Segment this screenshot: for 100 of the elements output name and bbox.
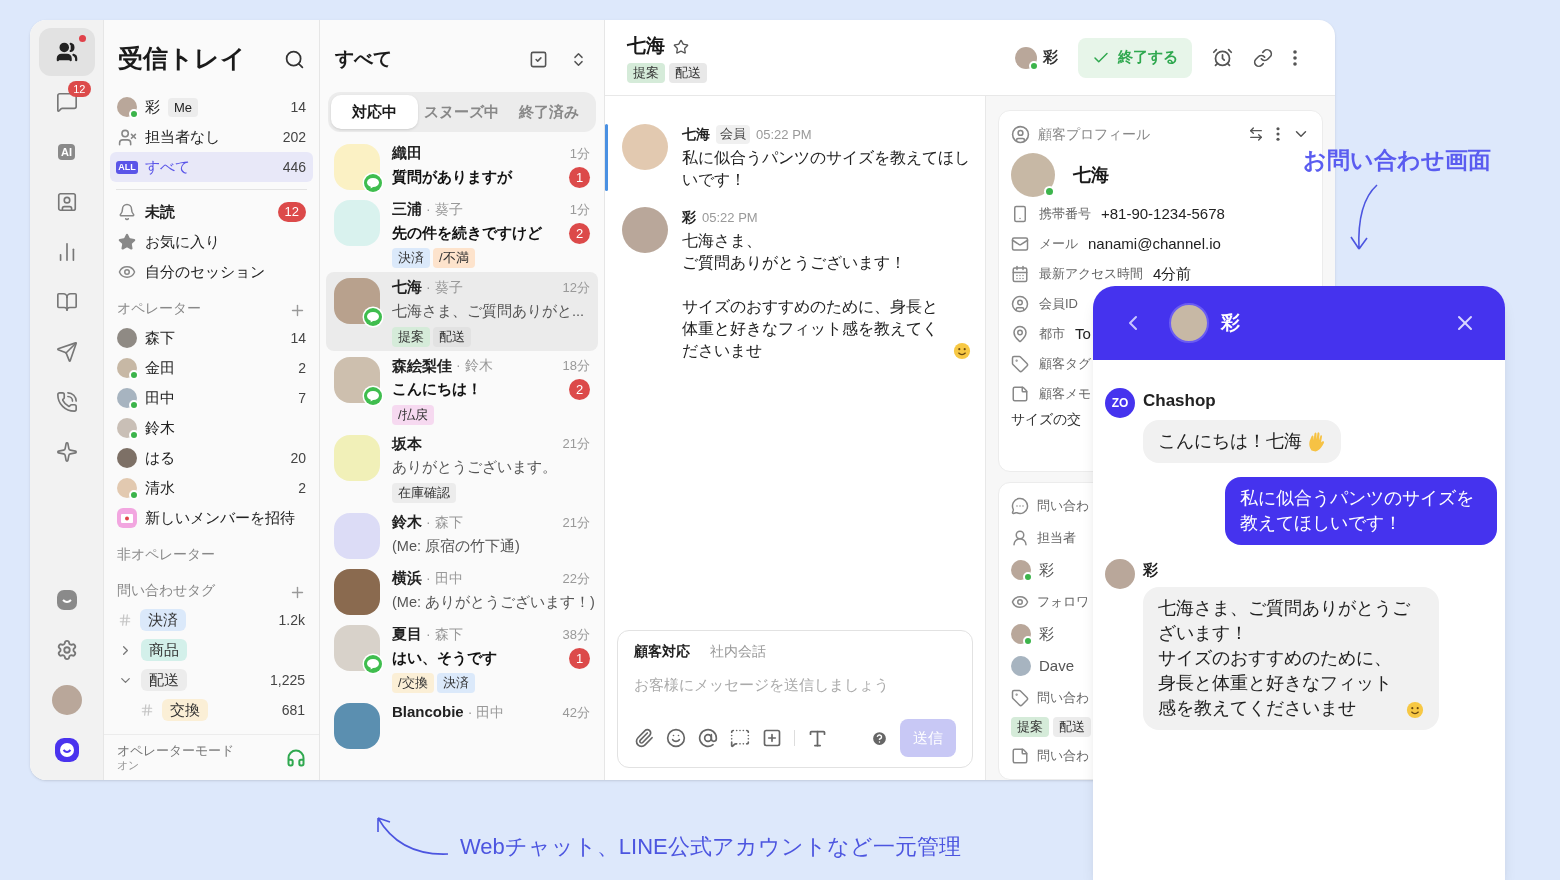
message-text: 七海さま、ご質問ありがとうございます！	[1158, 597, 1411, 645]
toolbar-button[interactable]	[698, 728, 718, 748]
operator-item[interactable]: 清水 2	[110, 473, 313, 503]
field-label: 最新アクセス時間	[1039, 265, 1143, 284]
assignee-name: · 森下	[426, 624, 463, 644]
assignee-name: · 葵子	[426, 278, 463, 297]
conversation-item[interactable]: 鈴木 · 森下 21分 (Me: 原宿の竹下通)	[326, 507, 598, 563]
conversation-item[interactable]: 森絵梨佳 · 鈴木 18分 こんにちは！ 2 /払戻	[326, 350, 598, 429]
toolbar-button[interactable]	[730, 728, 750, 748]
view-item[interactable]: 担当者なし 202	[110, 122, 313, 152]
contact-card-icon	[55, 191, 78, 213]
toolbar-button[interactable]	[634, 728, 654, 748]
avatar	[117, 358, 137, 378]
operator-item[interactable]: 鈴木	[110, 413, 313, 443]
filter-item[interactable]: お気に入り	[110, 227, 313, 257]
operator-item[interactable]: 田中 7	[110, 383, 313, 413]
tag-count: 1,225	[269, 670, 305, 690]
tag: /払戻	[392, 404, 434, 425]
tag: 決済	[436, 673, 475, 694]
add-tag-button[interactable]	[289, 584, 306, 601]
add-operator-button[interactable]	[289, 302, 306, 319]
operator-item[interactable]: 金田 2	[110, 353, 313, 383]
section-label: 問い合わ	[1037, 747, 1089, 766]
time-label: 42分	[562, 703, 590, 722]
filter-item[interactable]: 自分のセッション	[110, 257, 313, 287]
chat-bubble-icon	[1011, 497, 1029, 515]
more-button[interactable]	[1276, 127, 1280, 141]
status-tab[interactable]: 対応中	[331, 95, 419, 129]
more-icon	[1293, 49, 1297, 66]
view-item[interactable]: 彩 Me 14	[110, 92, 313, 122]
operator-count: 2	[298, 478, 306, 498]
view-count: 446	[282, 157, 306, 177]
select-button[interactable]	[529, 49, 548, 69]
calendar-icon	[1011, 265, 1029, 283]
operator-name: 清水	[145, 477, 175, 498]
tag: /交換	[392, 673, 434, 694]
tag-row[interactable]: 決済 1.2k	[110, 605, 313, 635]
operator-count: 7	[298, 388, 306, 408]
filter-item[interactable]: 未読 12	[110, 197, 313, 227]
field-value: nanami@channel.io	[1088, 233, 1221, 254]
toolbar-button[interactable]	[762, 728, 782, 748]
contact-name: 七海	[392, 277, 422, 298]
operator-item[interactable]: はる 20	[110, 443, 313, 473]
view-label: 彩	[145, 96, 160, 117]
search-button[interactable]	[284, 48, 305, 70]
person-name: 彩	[1039, 623, 1054, 644]
operator-item[interactable]: 森下 14	[110, 323, 313, 353]
assignee-name: · 森下	[426, 512, 463, 532]
contact-name: 横浜	[392, 568, 422, 588]
team-icon	[55, 41, 78, 63]
operator-name: 金田	[145, 357, 175, 378]
conversation-item[interactable]: 七海 · 葵子 12分 七海さま、ご質問ありがと... 提案 配送	[326, 272, 598, 351]
view-count: 14	[290, 97, 306, 117]
sender-name: Chashop	[1143, 390, 1217, 412]
book-icon	[55, 291, 78, 313]
swap-button[interactable]	[1248, 126, 1264, 142]
field-value: +81-90-1234-5678	[1101, 203, 1225, 224]
conversation-item[interactable]: 坂本 21分 ありがとうございます。 在庫確認	[326, 428, 598, 507]
message-text: ご質問ありがとうございます！	[682, 253, 906, 273]
link-button[interactable]	[1253, 47, 1273, 68]
unread-badge: 1	[569, 166, 590, 188]
help-button[interactable]	[871, 729, 888, 747]
view-item[interactable]: ALL すべて 446	[110, 152, 313, 182]
conversation-item[interactable]: 織田 1分 質問がありますが 1	[326, 138, 598, 194]
conversation-item[interactable]: 夏目 · 森下 38分 はい、そうです 1 /交換 決済	[326, 619, 598, 698]
message-text: サイズのおすすめのために、身長と体重と好きなフィット感を教えてくださいませ	[682, 297, 939, 361]
assignee-name: 彩	[1043, 47, 1058, 68]
tag-label: 配送	[141, 669, 187, 691]
conversation-item[interactable]: 横浜 · 田中 22分 (Me: ありがとうございます！)	[326, 563, 598, 619]
invite-member-button[interactable]: 新しいメンバーを招待	[110, 503, 313, 533]
memo-text: サイズの交	[1011, 410, 1082, 429]
message-text: 七海さま、	[682, 231, 762, 251]
message-preview: 先の件を続きですけど	[392, 223, 542, 243]
message-input[interactable]: お客様にメッセージを送信しましょう	[634, 674, 956, 697]
star-button[interactable]	[673, 38, 689, 55]
search-icon	[284, 48, 305, 70]
help-icon	[871, 729, 888, 747]
rail-button[interactable]: 12	[38, 78, 95, 126]
tag: 提案	[627, 62, 665, 83]
me-tag: Me	[168, 97, 199, 117]
tag: 在庫確認	[392, 483, 456, 503]
tag-label: 交換	[162, 699, 208, 721]
more-button[interactable]	[1293, 49, 1297, 66]
rail-button[interactable]	[38, 28, 95, 76]
message-text: 私に似合うパンツのサイズを教えてほしいです！	[682, 148, 971, 190]
note-icon	[1011, 747, 1029, 765]
tag-row[interactable]: 配送 1,225	[110, 665, 313, 695]
toolbar-button[interactable]	[666, 728, 686, 748]
unread-badge: 2	[569, 379, 590, 401]
list-title: すべて	[335, 46, 392, 71]
conversation-item[interactable]: 三浦 · 葵子 1分 先の件を続きですけど 2 決済 /不満	[326, 194, 598, 273]
tag-row[interactable]: 交換 681	[110, 695, 313, 725]
tag-row[interactable]: 商品	[110, 635, 313, 665]
operator-mode-button[interactable]	[286, 747, 306, 768]
snooze-button[interactable]	[1212, 47, 1233, 68]
composer-tab[interactable]: 顧客対応	[634, 641, 690, 662]
at-sign-icon	[698, 728, 718, 748]
section-title: 非オペレーター	[117, 545, 215, 564]
tag: 提案	[1011, 717, 1049, 737]
conversation-item[interactable]: Blancobie · 田中 42分	[326, 697, 598, 754]
